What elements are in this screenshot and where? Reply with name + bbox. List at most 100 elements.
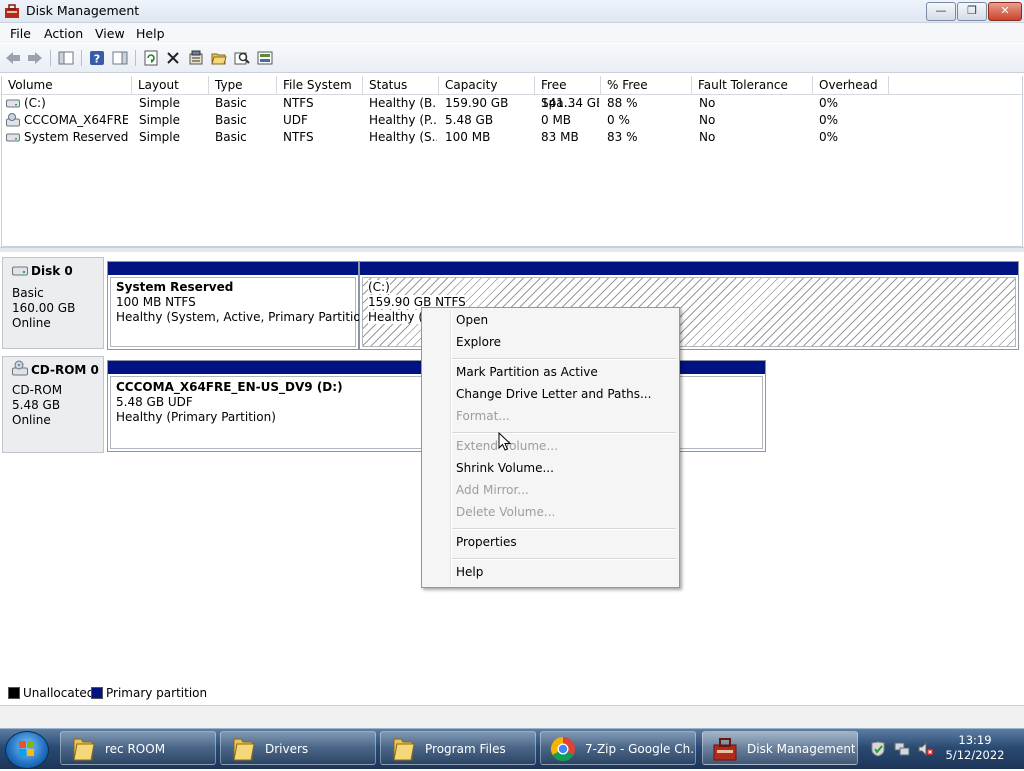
disk-size: 5.48 GB [12, 398, 61, 412]
cell-layout: Simple [139, 96, 180, 110]
menu-item-shrink-volume[interactable]: Shrink Volume... [456, 461, 554, 475]
cell-fault-tolerance: No [699, 130, 716, 144]
menu-item-explore[interactable]: Explore [456, 335, 501, 349]
window-title: Disk Management [26, 3, 140, 18]
cell-overhead: 0% [819, 130, 839, 144]
menu-item-change-drive-letter[interactable]: Change Drive Letter and Paths... [456, 387, 651, 401]
table-row[interactable]: CCCOMA_X64FRE... Simple Basic UDF Health… [2, 112, 1022, 129]
mouse-cursor-icon [498, 432, 512, 451]
partition-size: 100 MB NTFS [116, 295, 196, 309]
column-header-file-system[interactable]: File System [277, 76, 363, 94]
disk-type: CD-ROM [12, 383, 63, 397]
title-bar: Disk Management — ❐ ✕ [0, 0, 1024, 23]
action-center-icon[interactable] [870, 741, 886, 757]
properties-icon[interactable] [187, 49, 205, 67]
clock-time: 13:19 [958, 733, 992, 747]
taskbar-button-disk-management[interactable]: Disk Management [702, 731, 858, 765]
menu-bar: File Action View Help [0, 23, 1024, 43]
legend-label: Unallocated [23, 686, 95, 700]
taskbar-button-chrome[interactable]: 7-Zip - Google Ch... [540, 731, 696, 765]
cell-percent-free: 0 % [607, 113, 630, 127]
close-button[interactable]: ✕ [988, 2, 1022, 21]
column-header-percent-free[interactable]: % Free [601, 76, 692, 94]
cdrom-0-label[interactable]: CD-ROM 0 CD-ROM 5.48 GB Online [2, 356, 104, 453]
volume-muted-icon[interactable] [918, 741, 934, 757]
column-header-overhead[interactable]: Overhead [813, 76, 889, 94]
show-hide-action-pane-icon[interactable] [111, 49, 129, 67]
column-header-status[interactable]: Status [363, 76, 439, 94]
refresh-icon[interactable] [142, 49, 160, 67]
taskbar-button-label: rec ROOM [105, 742, 166, 756]
settings-icon[interactable] [256, 49, 274, 67]
menu-help[interactable]: Help [136, 26, 165, 41]
windows-logo-icon [19, 741, 34, 756]
column-header-capacity[interactable]: Capacity [439, 76, 535, 94]
cell-fault-tolerance: No [699, 96, 716, 110]
cell-free-space: 83 MB [541, 130, 579, 144]
column-header-fault-tolerance[interactable]: Fault Tolerance [692, 76, 813, 94]
help-icon[interactable]: ? [88, 49, 106, 67]
menu-item-help[interactable]: Help [456, 565, 483, 579]
menu-item-add-mirror: Add Mirror... [456, 483, 529, 497]
menu-file[interactable]: File [10, 26, 31, 41]
column-header-free-space[interactable]: Free Spa... [535, 76, 601, 110]
cell-volume: CCCOMA_X64FRE... [24, 113, 128, 127]
disk-status: Online [12, 316, 51, 330]
partition-size: 5.48 GB UDF [116, 395, 193, 409]
cell-percent-free: 83 % [607, 130, 638, 144]
disk-management-icon [713, 738, 737, 761]
cell-volume: (C:) [24, 96, 46, 110]
cell-overhead: 0% [819, 113, 839, 127]
cd-drive-icon [6, 113, 20, 127]
partition-title: CCCOMA_X64FRE_EN-US_DV9 (D:) [116, 380, 343, 394]
primary-partition-bar [360, 262, 1018, 275]
taskbar-button-program-files[interactable]: Program Files [380, 731, 536, 765]
clock[interactable]: 13:19 5/12/2022 [940, 733, 1010, 763]
menu-view[interactable]: View [95, 26, 125, 41]
cell-free-space: 0 MB [541, 113, 572, 127]
menu-item-open[interactable]: Open [456, 313, 488, 327]
network-icon[interactable] [894, 741, 910, 757]
table-row[interactable]: System Reserved Simple Basic NTFS Health… [2, 129, 1022, 146]
hard-drive-icon [6, 133, 20, 142]
column-header-type[interactable]: Type [209, 76, 277, 94]
maximize-button[interactable]: ❐ [957, 2, 987, 21]
legend-label: Primary partition [106, 686, 208, 700]
disk-type: Basic [12, 286, 44, 300]
menu-item-delete-volume: Delete Volume... [456, 505, 556, 519]
disk-0-label[interactable]: Disk 0 Basic 160.00 GB Online [2, 257, 104, 349]
context-menu: Open Explore Mark Partition as Active Ch… [421, 307, 680, 588]
folder-icon [233, 738, 255, 761]
minimize-button[interactable]: — [926, 2, 956, 21]
partition-title: System Reserved [116, 280, 234, 294]
folder-icon [393, 738, 415, 761]
back-icon[interactable] [4, 49, 22, 67]
forward-icon[interactable] [26, 49, 44, 67]
cell-type: Basic [215, 96, 247, 110]
search-icon[interactable] [233, 49, 251, 67]
cell-file-system: NTFS [283, 130, 314, 144]
taskbar-button-label: 7-Zip - Google Ch... [585, 742, 693, 756]
menu-item-properties[interactable]: Properties [456, 535, 517, 549]
menu-action[interactable]: Action [44, 26, 83, 41]
taskbar-button-rec-room[interactable]: rec ROOM [60, 731, 216, 765]
table-row[interactable]: (C:) Simple Basic NTFS Healthy (B... 159… [2, 95, 1022, 112]
legend-swatch-primary [91, 687, 103, 699]
cell-capacity: 159.90 GB [445, 96, 509, 110]
show-hide-console-tree-icon[interactable] [57, 49, 75, 67]
column-header-layout[interactable]: Layout [132, 76, 209, 94]
start-button[interactable] [5, 731, 49, 769]
legend: Unallocated Primary partition [0, 684, 1024, 702]
column-header-volume[interactable]: Volume [2, 76, 132, 94]
partition-status: Healthy (System, Active, Primary Partiti… [116, 310, 374, 324]
cell-file-system: NTFS [283, 96, 314, 110]
delete-icon[interactable] [164, 49, 182, 67]
menu-item-mark-active[interactable]: Mark Partition as Active [456, 365, 598, 379]
menu-separator [452, 358, 676, 360]
partition-system-reserved[interactable]: System Reserved 100 MB NTFS Healthy (Sys… [107, 261, 373, 350]
menu-item-format: Format... [456, 409, 510, 423]
menu-separator [452, 432, 676, 434]
cell-type: Basic [215, 113, 247, 127]
taskbar-button-drivers[interactable]: Drivers [220, 731, 376, 765]
open-icon[interactable] [210, 49, 228, 67]
